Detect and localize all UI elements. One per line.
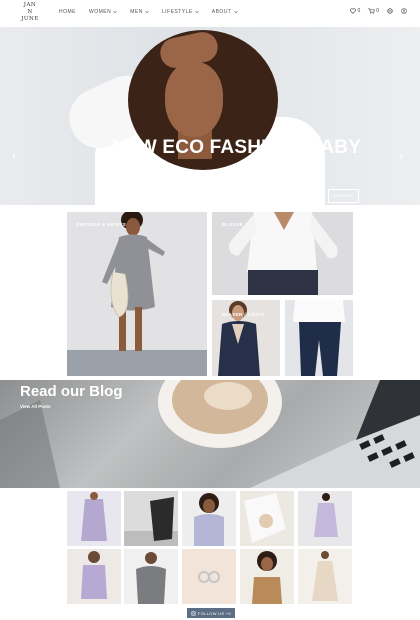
chevron-down-icon	[145, 10, 149, 14]
brand-logo[interactable]: JAN N JUNE	[17, 2, 43, 24]
nav-item-women[interactable]: WOMEN	[89, 9, 117, 15]
dress-model-image	[67, 212, 207, 376]
instagram-post[interactable]	[182, 491, 236, 546]
logo-line-1: JAN	[23, 2, 37, 8]
hero-title: NEW ECO FASHION, BABY	[112, 137, 362, 158]
header-actions: 0 0	[350, 8, 407, 14]
blog-banner[interactable]: Read our Blog View All Posts	[0, 380, 420, 488]
chevron-down-icon	[113, 10, 117, 14]
nav-label: HOME	[59, 9, 76, 15]
instagram-post[interactable]	[67, 491, 121, 546]
hero-image-face	[165, 62, 223, 137]
nav-label: ABOUT	[211, 9, 232, 15]
instagram-post[interactable]	[67, 549, 121, 604]
instagram-post-image	[81, 492, 107, 541]
instagram-post[interactable]	[124, 549, 178, 604]
blog-title: Read our Blog	[20, 383, 123, 400]
category-tile-blazer[interactable]: BLAZER / COATS	[212, 300, 280, 376]
nav-item-about[interactable]: ABOUT	[212, 9, 238, 15]
follow-us-button[interactable]: FOLLOW US +5	[187, 608, 235, 618]
logo-line-2: N	[27, 9, 33, 15]
wishlist-button[interactable]: 0	[350, 8, 360, 14]
instagram-post[interactable]	[182, 549, 236, 604]
shop-now-button[interactable]: SHOP NOW	[328, 189, 359, 203]
nav-label: LIFESTYLE	[161, 9, 193, 15]
globe-icon	[387, 8, 393, 14]
cart-button[interactable]: 0	[368, 8, 379, 14]
instagram-post-image	[194, 493, 224, 546]
slider-prev-arrow-icon[interactable]: ‹	[12, 150, 16, 162]
logo-line-3: JUNE	[21, 16, 39, 22]
instagram-post[interactable]	[124, 491, 178, 546]
instagram-post-image	[198, 571, 220, 583]
category-label: BLOUSE	[222, 222, 244, 227]
instagram-post-image	[136, 552, 166, 604]
follow-us-label: FOLLOW US +5	[198, 610, 231, 616]
view-all-posts-link[interactable]: View All Posts	[20, 404, 51, 409]
account-button[interactable]	[401, 8, 407, 14]
chevron-down-icon	[233, 10, 238, 14]
nav-label: WOMEN	[89, 9, 112, 15]
nav-item-men[interactable]: MEN	[130, 9, 149, 15]
instagram-post[interactable]	[298, 491, 352, 546]
nav-item-home[interactable]: HOME	[59, 9, 76, 15]
instagram-post[interactable]	[240, 549, 294, 604]
user-icon	[401, 8, 407, 14]
category-tile-jeans[interactable]: JEANS	[285, 300, 353, 376]
instagram-post[interactable]	[240, 491, 294, 546]
language-button[interactable]	[387, 8, 393, 14]
instagram-post-image	[252, 551, 282, 604]
site-header: JAN N JUNE HOME WOMEN MEN LIFESTYLE ABOU…	[0, 0, 420, 27]
instagram-post-image	[314, 493, 338, 537]
main-nav: HOME WOMEN MEN LIFESTYLE ABOUT	[59, 9, 238, 15]
category-tile-dresses[interactable]: DRESSES & SKIRTS	[67, 212, 207, 376]
hero-slider: NEW ECO FASHION, BABY SHOP NOW	[0, 27, 420, 205]
heart-icon	[350, 8, 357, 14]
instagram-post-image	[312, 551, 338, 601]
nav-item-lifestyle[interactable]: LIFESTYLE	[162, 9, 199, 15]
category-label: DRESSES & SKIRTS	[76, 222, 127, 227]
instagram-icon	[191, 610, 196, 616]
cart-count: 0	[376, 8, 379, 14]
category-tile-blouse[interactable]: BLOUSE	[212, 212, 353, 295]
instagram-post[interactable]	[298, 549, 352, 604]
cart-icon	[368, 8, 376, 14]
instagram-post-image	[124, 497, 178, 546]
instagram-post-image	[244, 493, 286, 543]
slider-next-arrow-icon[interactable]: ›	[399, 150, 403, 162]
chevron-down-icon	[195, 10, 199, 14]
nav-label: MEN	[130, 9, 143, 15]
wishlist-count: 0	[357, 8, 361, 14]
category-label: BLAZER / COATS	[222, 312, 266, 317]
instagram-post-image	[81, 551, 107, 599]
category-label: JEANS	[311, 312, 329, 317]
